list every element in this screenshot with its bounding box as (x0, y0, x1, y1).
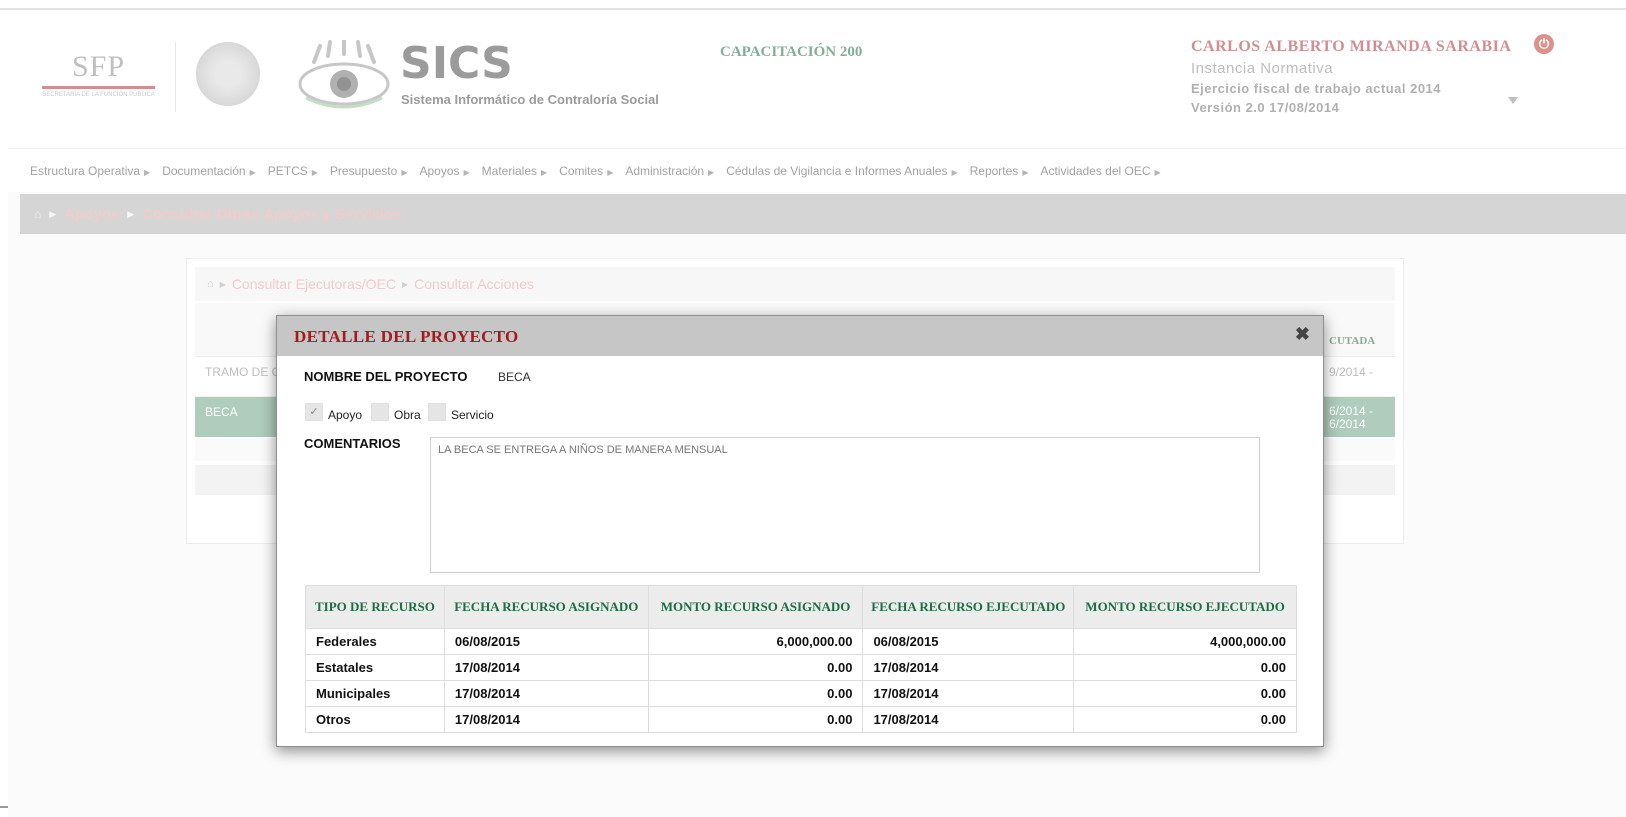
checkbox-box[interactable] (371, 403, 389, 421)
comments-label: COMENTARIOS (304, 436, 401, 451)
resources-table: TIPO DE RECURSO FECHA RECURSO ASIGNADO M… (305, 585, 1297, 733)
cell-fecha-asignado: 17/08/2014 (443, 654, 649, 681)
column-header-fecha-ejecutado: FECHA RECURSO EJECUTADO (862, 585, 1075, 629)
table-row: Estatales 17/08/2014 0.00 17/08/2014 0.0… (305, 654, 1297, 681)
cell-fecha-ejecutado: 17/08/2014 (862, 706, 1075, 733)
project-name-label: NOMBRE DEL PROYECTO (304, 369, 468, 384)
checkbox-box[interactable] (428, 403, 446, 421)
dialog-title: DETALLE DEL PROYECTO (294, 327, 519, 346)
cell-monto-ejecutado: 4,000,000.00 (1073, 628, 1297, 655)
screen: SFP SECRETARÍA DE LA FUNCIÓN PÚBLICA SIC… (0, 0, 1626, 817)
table-row: Federales 06/08/2015 6,000,000.00 06/08/… (305, 628, 1297, 655)
cell-fecha-ejecutado: 17/08/2014 (862, 654, 1075, 681)
cell-tipo: Otros (305, 706, 445, 733)
close-icon[interactable]: ✖ (1295, 324, 1310, 344)
dialog-header: DETALLE DEL PROYECTO ✖ (277, 316, 1323, 356)
cell-monto-asignado: 6,000,000.00 (647, 628, 864, 655)
cell-fecha-ejecutado: 17/08/2014 (862, 680, 1075, 707)
column-header-monto-asignado: MONTO RECURSO ASIGNADO (647, 585, 864, 629)
column-header-monto-ejecutado: MONTO RECURSO EJECUTADO (1073, 585, 1297, 629)
cell-tipo: Federales (305, 628, 445, 655)
column-header-fecha-asignado: FECHA RECURSO ASIGNADO (443, 585, 649, 629)
project-detail-dialog: DETALLE DEL PROYECTO ✖ NOMBRE DEL PROYEC… (276, 315, 1324, 747)
cell-fecha-asignado: 17/08/2014 (443, 680, 649, 707)
checkmark-icon[interactable]: ✓ (305, 403, 323, 421)
cell-monto-ejecutado: 0.00 (1073, 706, 1297, 733)
project-name-value: BECA (498, 370, 531, 384)
cell-monto-ejecutado: 0.00 (1073, 680, 1297, 707)
cell-monto-asignado: 0.00 (647, 654, 864, 681)
checkbox-servicio-label: Servicio (451, 408, 494, 422)
checkbox-servicio[interactable]: Servicio (428, 402, 494, 422)
cell-monto-asignado: 0.00 (647, 706, 864, 733)
scroll-indicator (0, 806, 8, 808)
checkbox-obra[interactable]: Obra (371, 402, 421, 422)
cell-fecha-ejecutado: 06/08/2015 (862, 628, 1075, 655)
cell-tipo: Estatales (305, 654, 445, 681)
table-row: Otros 17/08/2014 0.00 17/08/2014 0.00 (305, 706, 1297, 733)
checkbox-apoyo[interactable]: ✓ Apoyo (305, 402, 362, 422)
checkbox-apoyo-label: Apoyo (328, 408, 363, 422)
comments-textarea[interactable]: LA BECA SE ENTREGA A NIÑOS DE MANERA MEN… (430, 437, 1260, 573)
cell-monto-ejecutado: 0.00 (1073, 654, 1297, 681)
cell-tipo: Municipales (305, 680, 445, 707)
column-header-tipo: TIPO DE RECURSO (305, 585, 445, 629)
table-header-row: TIPO DE RECURSO FECHA RECURSO ASIGNADO M… (305, 585, 1297, 629)
cell-fecha-asignado: 17/08/2014 (443, 706, 649, 733)
cell-monto-asignado: 0.00 (647, 680, 864, 707)
checkbox-obra-label: Obra (394, 408, 421, 422)
table-row: Municipales 17/08/2014 0.00 17/08/2014 0… (305, 680, 1297, 707)
cell-fecha-asignado: 06/08/2015 (443, 628, 649, 655)
